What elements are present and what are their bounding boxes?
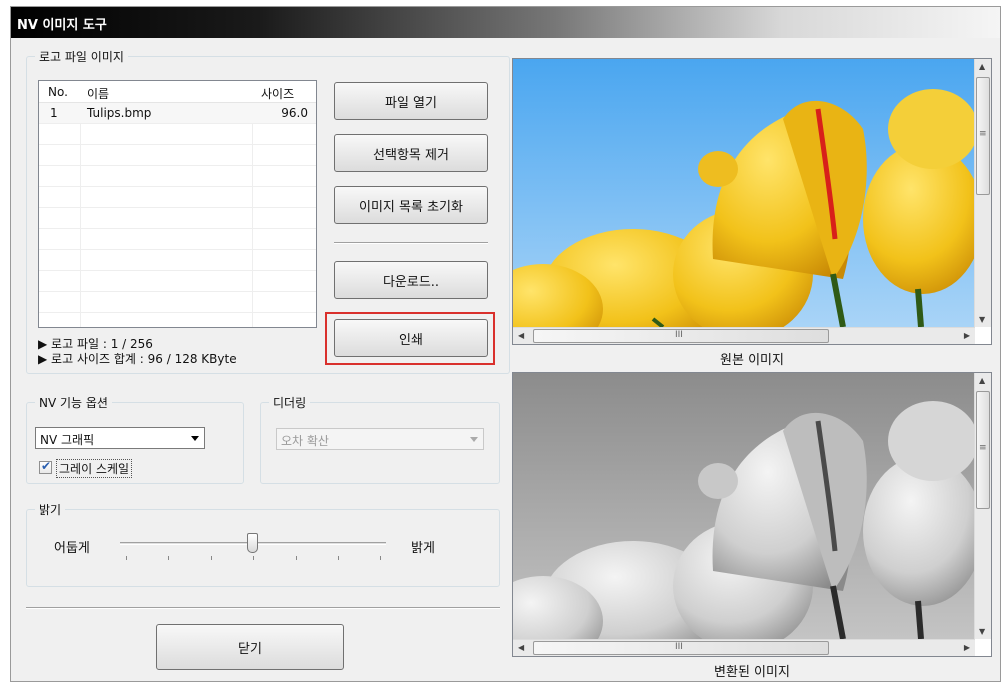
original-image-caption: 원본 이미지 xyxy=(720,353,784,368)
brightness-bright-label: 밝게 xyxy=(411,541,435,556)
grayscale-label[interactable]: 그레이 스케일 xyxy=(56,459,133,478)
column-no[interactable]: No. xyxy=(48,85,68,99)
row-size: 96.0 xyxy=(281,106,308,120)
column-size[interactable]: 사이즈 xyxy=(261,85,294,102)
brightness-slider-thumb[interactable] xyxy=(247,533,258,553)
chevron-down-icon xyxy=(191,436,199,441)
list-item[interactable]: 1 Tulips.bmp 96.0 xyxy=(39,103,316,124)
row-no: 1 xyxy=(50,106,58,120)
print-button[interactable]: 인쇄 xyxy=(334,319,488,357)
logo-file-group-legend: 로고 파일 이미지 xyxy=(35,48,128,65)
grayscale-checkbox[interactable]: ✔ xyxy=(39,459,52,474)
button-separator xyxy=(334,242,488,244)
download-button[interactable]: 다운로드.. xyxy=(334,261,488,299)
bottom-separator xyxy=(26,607,500,609)
close-button[interactable]: 닫기 xyxy=(156,624,344,670)
nv-options-legend: NV 기능 옵션 xyxy=(35,394,112,411)
nv-mode-value: NV 그래픽 xyxy=(40,433,95,447)
scroll-left-icon[interactable]: ◀ xyxy=(518,643,524,652)
scroll-right-icon[interactable]: ▶ xyxy=(964,331,970,340)
chevron-down-icon xyxy=(470,437,478,442)
brightness-dark-label: 어둡게 xyxy=(54,541,90,556)
dithering-value: 오차 확산 xyxy=(281,434,329,448)
row-name: Tulips.bmp xyxy=(87,106,152,120)
converted-image-caption: 변환된 이미지 xyxy=(714,665,790,680)
scroll-right-icon[interactable]: ▶ xyxy=(964,643,970,652)
original-image xyxy=(513,59,975,327)
original-horizontal-scrollbar[interactable]: ◀ III ▶ xyxy=(513,327,975,344)
original-vertical-scrollbar[interactable]: ▲ ≡ ▼ xyxy=(974,59,991,327)
scroll-down-icon[interactable]: ▼ xyxy=(979,315,985,324)
reset-image-list-button[interactable]: 이미지 목록 초기화 xyxy=(334,186,488,224)
logo-file-list[interactable]: No. 이름 사이즈 1 Tulips.bmp 96.0 xyxy=(38,80,317,328)
original-image-panel[interactable]: ▲ ≡ ▼ ◀ III ▶ xyxy=(512,58,992,345)
title-bar[interactable]: NV 이미지 도구 xyxy=(11,7,1000,38)
remove-selected-button[interactable]: 선택항목 제거 xyxy=(334,134,488,172)
converted-image-panel[interactable]: ▲ ≡ ▼ ◀ III ▶ xyxy=(512,372,992,657)
scroll-up-icon[interactable]: ▲ xyxy=(979,62,985,71)
dithering-select[interactable]: 오차 확산 xyxy=(276,428,484,450)
scroll-down-icon[interactable]: ▼ xyxy=(979,627,985,636)
list-header: No. 이름 사이즈 xyxy=(39,81,316,103)
nv-mode-select[interactable]: NV 그래픽 xyxy=(35,427,205,449)
window-title: NV 이미지 도구 xyxy=(17,18,107,33)
brightness-legend: 밝기 xyxy=(35,501,66,518)
check-icon: ✔ xyxy=(41,459,52,473)
converted-horizontal-scrollbar[interactable]: ◀ III ▶ xyxy=(513,639,975,656)
column-name[interactable]: 이름 xyxy=(87,85,109,102)
scroll-up-icon[interactable]: ▲ xyxy=(979,376,985,385)
logo-size-total: ▶ 로고 사이즈 합계 : 96 / 128 KByte xyxy=(38,352,237,366)
open-file-button[interactable]: 파일 열기 xyxy=(334,82,488,120)
converted-vertical-scrollbar[interactable]: ▲ ≡ ▼ xyxy=(974,373,991,639)
converted-image xyxy=(513,373,975,639)
scroll-left-icon[interactable]: ◀ xyxy=(518,331,524,340)
dithering-legend: 디더링 xyxy=(269,394,311,411)
